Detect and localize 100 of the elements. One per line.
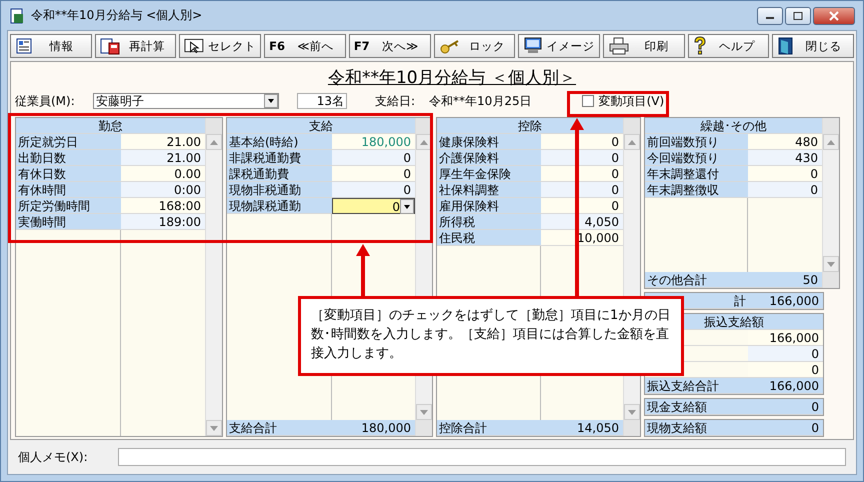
value-cell: 21.00 <box>121 134 205 150</box>
scrollbar-corner <box>624 118 640 134</box>
toolbar-button[interactable]: F6 ≪前へ <box>264 34 346 58</box>
total-value: 14,050 <box>541 420 623 436</box>
value-cell: 166,000 <box>748 330 823 346</box>
close-icon <box>829 10 839 20</box>
row-label: 課税通勤費 <box>227 166 332 182</box>
row-label: 現物課税通勤 <box>227 198 332 214</box>
toolbar-button[interactable]: F7 次へ≫ <box>348 34 431 58</box>
door-icon <box>777 37 796 55</box>
total-label: 振込支給合計 <box>645 378 748 394</box>
value-cell: 189:00 <box>121 214 205 230</box>
close-button[interactable] <box>813 6 855 24</box>
scrollbar-corner <box>823 118 839 134</box>
total-value: 166,000 <box>748 293 823 309</box>
dropdown-arrow-icon[interactable] <box>268 99 274 103</box>
pay-date-label: 支給日: <box>375 92 416 110</box>
callout-tooltip: ［変動項目］のチェックをはずして［勤怠］項目に1か月の日数･時間数を入力します。［支給］項目には合算した金額を直接入力します。 <box>298 296 684 376</box>
value-cell: 0 <box>541 134 623 150</box>
value-cell: 0 <box>332 150 415 166</box>
employee-count: 13名 <box>297 93 347 109</box>
maximize-button[interactable] <box>785 6 811 24</box>
row-label: 所得税 <box>437 214 541 230</box>
value-cell: 0 <box>332 166 415 182</box>
input-field[interactable]: 0 <box>332 198 415 214</box>
toolbar-button[interactable]: 情報 <box>10 34 92 58</box>
scroll-down-icon[interactable] <box>624 404 640 420</box>
scroll-down-icon[interactable] <box>416 404 432 420</box>
toolbar-button[interactable]: イメージ <box>518 34 600 58</box>
checkbox-label[interactable]: 変動項目(V) <box>598 92 664 110</box>
printer-icon <box>608 37 630 55</box>
row-label: 現金支給額 <box>645 399 748 415</box>
total-value: 180,000 <box>332 420 415 436</box>
minimize-button[interactable] <box>757 6 783 24</box>
row-label: 今回端数預り <box>645 150 748 166</box>
toolbar-button[interactable]: ヘルプ <box>688 34 770 58</box>
value-cell: 0:00 <box>121 182 205 198</box>
column-header: 繰越･その他 <box>645 118 822 134</box>
scrollbar-corner <box>823 272 839 288</box>
memo-label: 個人メモ(X): <box>18 448 88 466</box>
value-cell: 21.00 <box>121 150 205 166</box>
value-cell: 0 <box>541 166 623 182</box>
document-icon <box>15 37 33 55</box>
row-label: 有休時間 <box>16 182 121 198</box>
scroll-up-icon[interactable] <box>206 134 222 150</box>
checkbox[interactable] <box>582 95 594 107</box>
row-label: 実働時間 <box>16 214 121 230</box>
toolbar-button[interactable]: ロック <box>434 34 516 58</box>
monitor-icon <box>523 37 544 55</box>
scroll-down-icon[interactable] <box>206 420 222 436</box>
value-cell: 0 <box>748 399 823 415</box>
value-cell: 0 <box>541 150 623 166</box>
column-header: 支給 <box>227 118 415 134</box>
row-label: 有休日数 <box>16 166 121 182</box>
row-label: 雇用保険料 <box>437 198 541 214</box>
scroll-up-icon[interactable] <box>624 134 640 150</box>
scroll-up-icon[interactable] <box>823 134 839 150</box>
row-label: 社保料調整 <box>437 182 541 198</box>
cursor-icon <box>184 37 206 55</box>
scrollbar[interactable] <box>205 118 222 436</box>
scrollbar-corner <box>206 118 222 134</box>
column-header: 控除 <box>437 118 623 134</box>
memo-field[interactable] <box>118 448 846 466</box>
calculator-icon <box>100 37 120 55</box>
value-cell: 430 <box>748 150 822 166</box>
page-heading: 令和**年10月分給与 ＜個人別＞ <box>328 67 576 89</box>
scroll-down-icon[interactable] <box>823 256 839 272</box>
toolbar-button[interactable]: 再計算 <box>94 34 176 58</box>
row-label: 出勤日数 <box>16 150 121 166</box>
row-label: 所定労働時間 <box>16 198 121 214</box>
row-label: 基本給(時給) <box>227 134 332 150</box>
arrow <box>356 244 370 298</box>
column-header: 勤怠 <box>16 118 205 134</box>
row-label: 年末調整還付 <box>645 166 748 182</box>
question-mark-icon <box>692 36 707 56</box>
row-label: 健康保険料 <box>437 134 541 150</box>
scrollbar-corner <box>624 420 640 436</box>
employee-dropdown[interactable]: 安藤明子 <box>93 93 279 109</box>
total-value: 50 <box>748 272 822 288</box>
value-cell: 0 <box>748 420 823 436</box>
value-cell: 0 <box>541 198 623 214</box>
toolbar-button[interactable]: 閉じる <box>772 34 854 58</box>
row-label: 前回端数預り <box>645 134 748 150</box>
value-cell: 0 <box>748 346 823 362</box>
total-label: その他合計 <box>645 272 748 288</box>
dropdown-arrow-icon[interactable] <box>404 204 410 208</box>
toolbar-button[interactable]: セレクト <box>179 34 262 58</box>
value-cell: 168:00 <box>121 198 205 214</box>
row-label: 非課税通勤費 <box>227 150 332 166</box>
row-label: 現物非税通勤 <box>227 182 332 198</box>
toolbar-button[interactable]: 印刷 <box>602 34 685 58</box>
value-cell: 0 <box>748 166 822 182</box>
value-cell: 180,000 <box>332 134 415 150</box>
row-label: 厚生年金保険 <box>437 166 541 182</box>
value-cell: 0 <box>541 182 623 198</box>
value-cell: 0 <box>748 362 823 378</box>
total-label: 控除合計 <box>437 420 541 436</box>
row-label: 年末調整徴収 <box>645 182 748 198</box>
scrollbar[interactable] <box>822 118 839 288</box>
value-cell: 10,000 <box>541 230 623 246</box>
